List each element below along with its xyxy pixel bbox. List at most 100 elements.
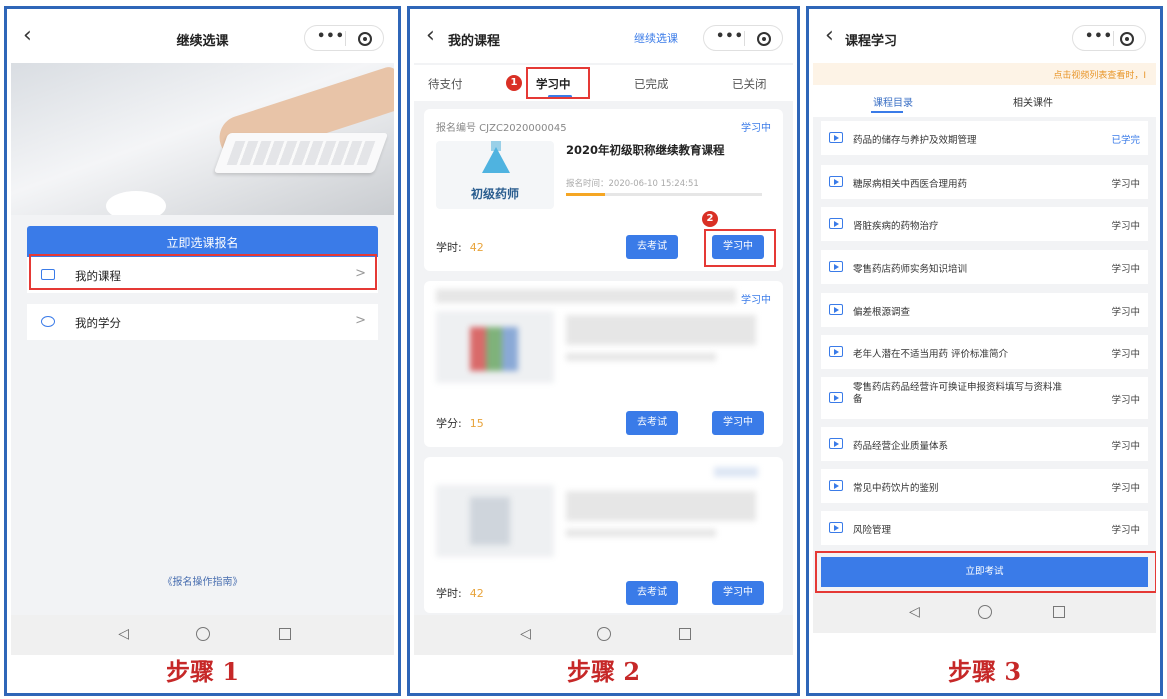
step1-panel: ‹ 继续选课 ••• 立即选课报名 我的课程 > 我的学分 > 《报名操作指南》 (4, 6, 401, 696)
hours-row: 学时: 42 (436, 585, 484, 601)
chevron-left-icon[interactable]: ‹ (426, 23, 435, 48)
system-recent-icon[interactable] (279, 628, 292, 640)
lesson-title: 偏差根源调查 (853, 307, 911, 318)
studying-button[interactable]: 学习中 (712, 411, 764, 435)
step-label: 步骤 3 (947, 657, 1022, 686)
start-exam-button[interactable]: 立即考试 (821, 557, 1148, 587)
lesson-item[interactable]: 肾脏疾病的药物治疗 学习中 (821, 207, 1148, 241)
system-home-icon[interactable] (596, 627, 611, 641)
system-back-icon[interactable]: ◁ (118, 626, 129, 642)
tab-completed[interactable]: 已完成 (634, 76, 669, 92)
continue-link[interactable]: 继续选课 (634, 30, 678, 46)
course-card: 学习中 学分: 15 去考试 学习中 (424, 281, 783, 447)
status-tabs: 待支付 学习中 已完成 已关闭 (414, 65, 793, 101)
lesson-title: 老年人潜在不适当用药 评价标准简介 (853, 349, 1009, 360)
target-icon[interactable] (1120, 32, 1134, 46)
system-home-icon[interactable] (195, 627, 210, 641)
capsule-divider (1113, 31, 1114, 46)
capsule-divider (744, 31, 745, 46)
system-home-icon[interactable] (977, 605, 992, 619)
blurred-status (714, 467, 758, 477)
navbar: ‹ 继续选课 ••• (11, 13, 394, 63)
lesson-item[interactable]: 药品的储存与养护及效期管理 已学完 (821, 121, 1148, 155)
lesson-item[interactable]: 老年人潜在不适当用药 评价标准简介 学习中 (821, 335, 1148, 369)
go-exam-button[interactable]: 去考试 (626, 411, 678, 435)
lesson-title: 零售药店药师实务知识培训 (853, 264, 968, 275)
lesson-item[interactable]: 药品经营企业质量体系 学习中 (821, 427, 1148, 461)
tab-related-materials[interactable]: 相关课件 (1013, 94, 1053, 109)
navbar: ‹ 课程学习 ••• (813, 13, 1156, 63)
miniprogram-capsule[interactable]: ••• (304, 25, 384, 51)
guide-link[interactable]: 《报名操作指南》 (11, 573, 394, 588)
lesson-item[interactable]: 常见中药饮片的鉴别 学习中 (821, 469, 1148, 503)
progress-fill (566, 193, 606, 196)
lesson-item[interactable]: 零售药店药品经营许可换证申报资料填写与资料准备 学习中 (821, 377, 1148, 419)
lesson-tabs: 课程目录 相关课件 (813, 85, 1156, 117)
blurred-title (566, 315, 756, 345)
phone-screen: ‹ 我的课程 继续选课 ••• 待支付 学习中 已完成 已关闭 1 报名编号 C… (414, 13, 793, 655)
play-video-icon (829, 132, 843, 143)
lesson-status: 学习中 (1111, 264, 1140, 275)
progress-bar (566, 193, 762, 196)
my-credits-label: 我的学分 (75, 316, 121, 330)
credits-row: 学分: 15 (436, 415, 484, 431)
tab-closed[interactable]: 已关闭 (732, 76, 767, 92)
highlight-box (526, 67, 590, 99)
phone-screen: ‹ 继续选课 ••• 立即选课报名 我的课程 > 我的学分 > 《报名操作指南》 (11, 13, 394, 655)
system-recent-icon[interactable] (1053, 606, 1066, 618)
system-recent-icon[interactable] (679, 628, 692, 640)
lesson-item[interactable]: 风险管理 学习中 (821, 511, 1148, 545)
play-video-icon (829, 480, 843, 491)
go-exam-button[interactable]: 去考试 (626, 235, 678, 259)
more-dots-icon[interactable]: ••• (1085, 29, 1113, 44)
notice-text: 点击视频列表查看时，I (1053, 71, 1146, 81)
system-nav-bar: ◁ (11, 615, 394, 655)
highlight-box (29, 254, 377, 290)
banner-cup (106, 191, 166, 215)
step-marker-badge: 1 (506, 75, 522, 91)
studying-button[interactable]: 学习中 (712, 581, 764, 605)
notice-bar: 点击视频列表查看时，I (813, 63, 1156, 85)
target-icon[interactable] (358, 32, 372, 46)
lesson-item[interactable]: 糖尿病相关中西医合理用药 学习中 (821, 165, 1148, 199)
lesson-title: 风险管理 (853, 525, 892, 536)
system-back-icon[interactable]: ◁ (909, 604, 920, 620)
banner-keyboard (213, 133, 389, 173)
lesson-status: 学习中 (1111, 307, 1140, 318)
lesson-item[interactable]: 零售药店药师实务知识培训 学习中 (821, 250, 1148, 284)
hours-label: 学时: (436, 241, 462, 254)
more-dots-icon[interactable]: ••• (716, 29, 744, 44)
hours-label: 学时: (436, 587, 462, 600)
blurred-subtitle (566, 353, 716, 361)
play-video-icon (829, 392, 843, 403)
miniprogram-capsule[interactable]: ••• (703, 25, 783, 51)
blurred-content (436, 289, 736, 303)
lesson-title: 药品经营企业质量体系 (853, 441, 949, 452)
tab-pending-payment[interactable]: 待支付 (428, 76, 463, 92)
lesson-status: 学习中 (1111, 179, 1140, 190)
credit-icon (41, 316, 55, 327)
order-number: 报名编号 CJZC2020000045 (436, 123, 567, 134)
go-exam-button[interactable]: 去考试 (626, 581, 678, 605)
more-dots-icon[interactable]: ••• (317, 29, 345, 44)
step-label: 步骤 1 (165, 657, 240, 686)
blurred-subtitle (566, 529, 716, 537)
miniprogram-capsule[interactable]: ••• (1072, 25, 1146, 51)
lesson-status: 已学完 (1111, 135, 1140, 146)
credits-value: 15 (469, 417, 484, 430)
thumbnail-label: 初级药师 (470, 187, 519, 201)
system-back-icon[interactable]: ◁ (520, 626, 531, 642)
blurred-microscope (470, 497, 510, 545)
my-credits-item[interactable]: 我的学分 > (27, 304, 378, 340)
tab-course-catalog[interactable]: 课程目录 (873, 94, 913, 109)
enroll-time: 报名时间：2020-06-10 15:24:51 (566, 179, 699, 189)
play-video-icon (829, 176, 843, 187)
blurred-title (566, 491, 756, 521)
chevron-left-icon[interactable]: ‹ (825, 23, 834, 48)
capsule-divider (345, 31, 346, 46)
flask-body (482, 147, 510, 173)
target-icon[interactable] (757, 32, 771, 46)
play-video-icon (829, 304, 843, 315)
lesson-item[interactable]: 偏差根源调查 学习中 (821, 293, 1148, 327)
play-video-icon (829, 438, 843, 449)
